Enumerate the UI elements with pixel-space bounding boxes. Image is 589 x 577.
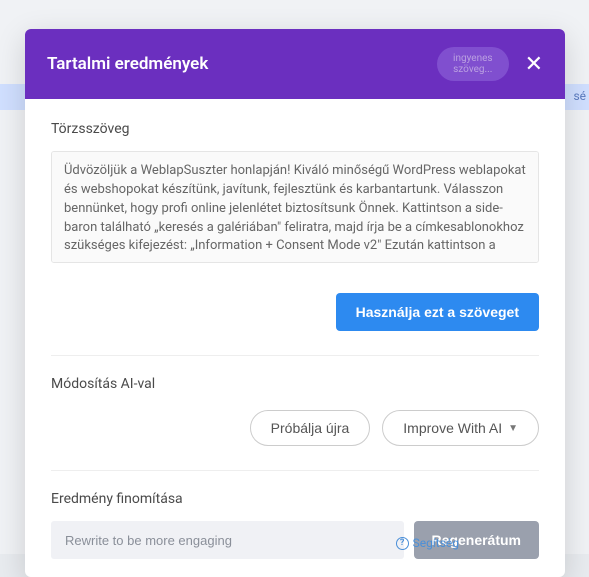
improve-ai-button[interactable]: Improve With AI ▼ bbox=[382, 410, 539, 446]
header-right: ingyenes szöveg... ✕ bbox=[437, 47, 543, 81]
close-button[interactable]: ✕ bbox=[525, 53, 543, 75]
retry-button[interactable]: Próbálja újra bbox=[250, 410, 371, 446]
modify-ai-label: Módosítás AI-val bbox=[51, 376, 539, 392]
retry-label: Próbálja újra bbox=[271, 420, 350, 436]
backdrop-text-fragment: sé bbox=[573, 89, 586, 103]
improve-label: Improve With AI bbox=[403, 420, 502, 436]
use-text-button[interactable]: Használja ezt a szöveget bbox=[336, 293, 539, 331]
modal-title: Tartalmi eredmények bbox=[47, 54, 208, 74]
help-link[interactable]: ? Segítség bbox=[396, 536, 459, 550]
refine-input[interactable] bbox=[51, 521, 404, 559]
refine-label: Eredmény finomítása bbox=[51, 491, 539, 507]
results-modal: Tartalmi eredmények ingyenes szöveg... ✕… bbox=[25, 29, 565, 577]
use-text-row: Használja ezt a szöveget bbox=[51, 293, 539, 331]
divider bbox=[51, 355, 539, 356]
body-text-label: Törzsszöveg bbox=[51, 121, 539, 137]
body-textarea[interactable] bbox=[51, 151, 539, 263]
ai-actions-row: Próbálja újra Improve With AI ▼ bbox=[51, 410, 539, 446]
modal-body: Törzsszöveg Használja ezt a szöveget Mód… bbox=[25, 99, 565, 577]
header-badge[interactable]: ingyenes szöveg... bbox=[437, 47, 509, 81]
help-icon: ? bbox=[396, 537, 409, 550]
modal-header: Tartalmi eredmények ingyenes szöveg... ✕ bbox=[25, 29, 565, 99]
refine-row: Regenerátum bbox=[51, 521, 539, 559]
close-icon: ✕ bbox=[525, 51, 543, 76]
badge-line1: ingyenes bbox=[453, 53, 493, 64]
badge-line2: szöveg... bbox=[453, 64, 493, 75]
divider-2 bbox=[51, 470, 539, 471]
help-label: Segítség bbox=[413, 536, 459, 550]
chevron-down-icon: ▼ bbox=[508, 423, 518, 434]
